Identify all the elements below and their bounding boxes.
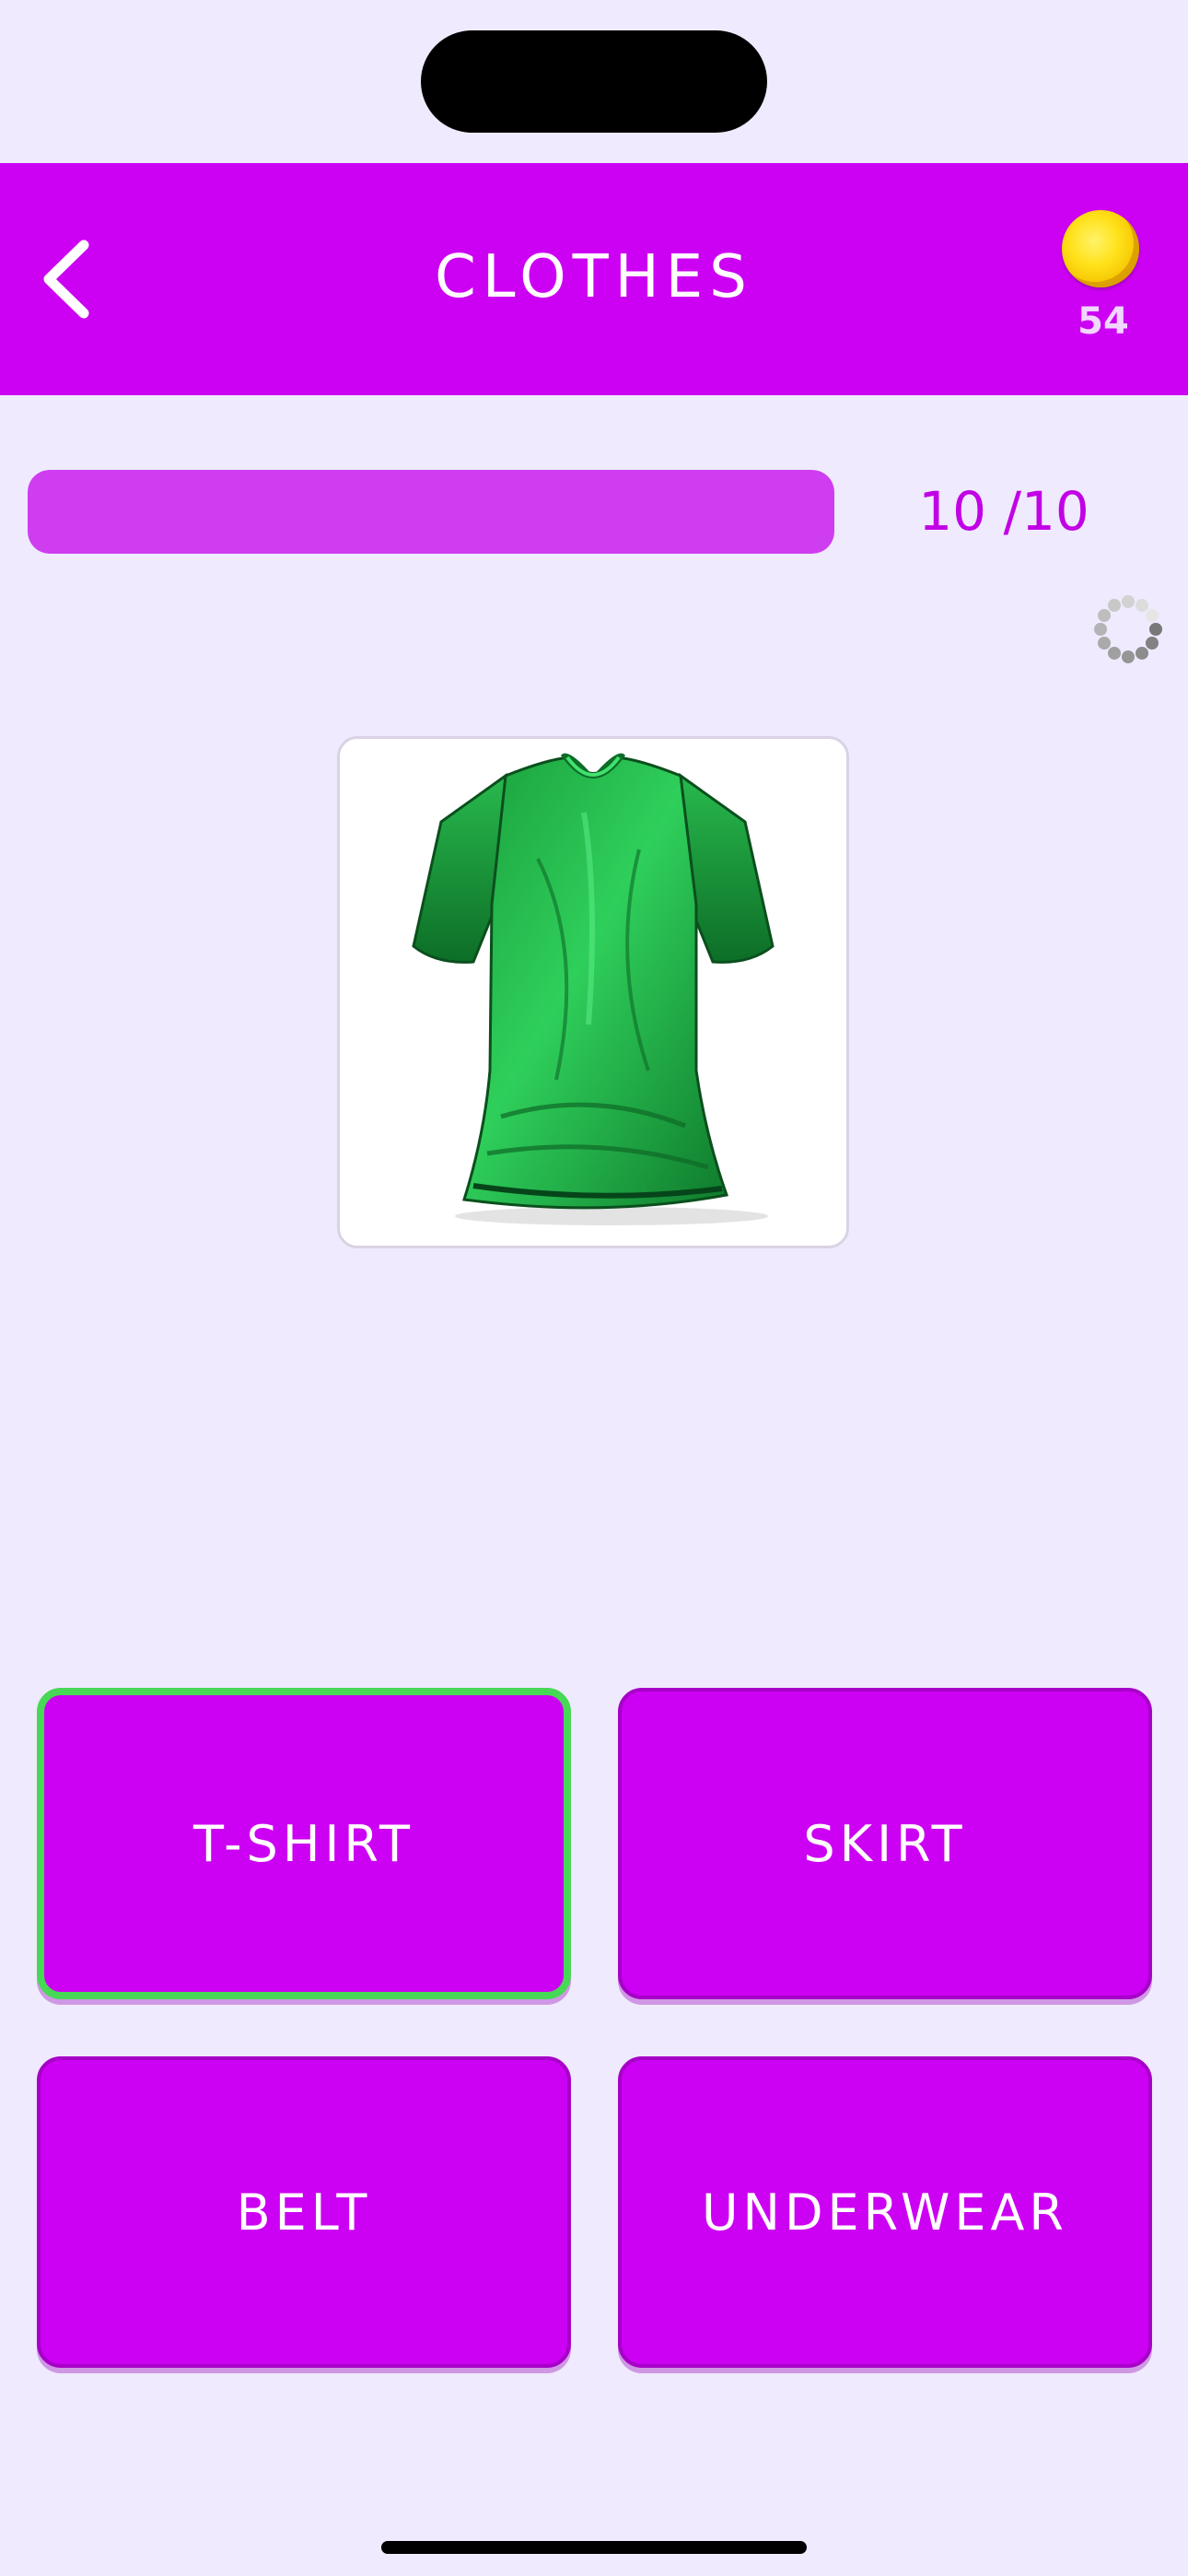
answer-option-belt[interactable]: BELT [37, 2056, 571, 2368]
spinner-dot [1122, 595, 1135, 608]
answer-label: SKIRT [803, 1814, 967, 1873]
spinner-dot [1122, 650, 1135, 663]
question-image-card [337, 736, 849, 1248]
spinner-dot [1145, 609, 1159, 622]
spinner-icon [1094, 595, 1162, 663]
spinner-dot [1136, 599, 1148, 613]
spinner-dot [1136, 646, 1148, 660]
page-title: CLOTHES [435, 243, 753, 311]
spinner-dot [1098, 637, 1112, 650]
answer-option-skirt[interactable]: SKIRT [618, 1688, 1152, 1999]
coin-count: 54 [1077, 300, 1129, 343]
answer-option-underwear[interactable]: UNDERWEAR [618, 2056, 1152, 2368]
answer-label: UNDERWEAR [702, 2183, 1068, 2242]
spinner-dot [1098, 609, 1112, 622]
answer-label: BELT [236, 2183, 372, 2242]
question-counter: 10 /10 [918, 480, 1089, 543]
progress-fill [28, 470, 834, 554]
home-indicator[interactable] [381, 2541, 807, 2554]
spinner-dot [1145, 637, 1159, 650]
answer-label: T-SHIRT [193, 1814, 414, 1873]
tshirt-image [412, 753, 775, 1225]
answer-option-tshirt[interactable]: T-SHIRT [37, 1688, 571, 1999]
progress-bar [28, 470, 834, 554]
spinner-dot [1108, 599, 1121, 613]
dynamic-island [421, 30, 767, 133]
coin-balance: 54 [1057, 210, 1149, 348]
spinner-dot [1149, 623, 1162, 636]
spinner-dot [1108, 646, 1121, 660]
coin-icon [1062, 210, 1139, 287]
spinner-dot [1094, 623, 1107, 636]
